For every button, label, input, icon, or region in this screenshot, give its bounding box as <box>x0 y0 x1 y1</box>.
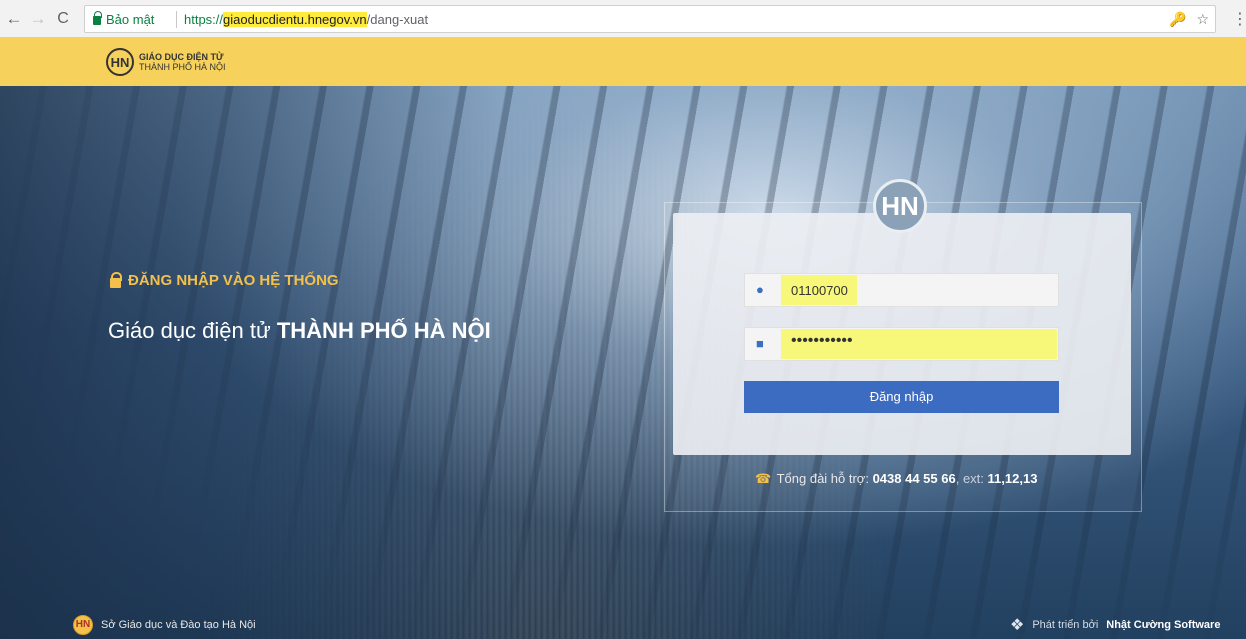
password-value: ••••••••••• <box>791 332 853 349</box>
security-indicator[interactable]: Bảo mật <box>93 11 155 27</box>
ext-value: 11,12,13 <box>987 471 1038 486</box>
url-path: /dang-xuat <box>366 12 429 27</box>
star-icon[interactable]: ☆ <box>1196 11 1209 28</box>
ext-label: , ext: <box>955 471 984 486</box>
padlock-icon <box>110 271 122 288</box>
page-title: Giáo dục điện tử THÀNH PHỐ HÀ NỘI <box>108 318 491 344</box>
developer-logo-icon: ❖ <box>1010 617 1025 634</box>
url-text[interactable]: https://giaoducdientu.hnegov.vn/dang-xua… <box>184 12 428 27</box>
support-hotline: ☎ Tổng đài hỗ trợ: 0438 44 55 66, ext: 1… <box>755 471 1037 487</box>
tagline-text: ĐĂNG NHẬP VÀO HỆ THỐNG <box>128 272 339 289</box>
menu-icon[interactable]: ⋮ <box>1232 9 1246 29</box>
developer-name: Nhật Cường Software <box>1106 619 1221 631</box>
login-emblem-icon: HN <box>873 179 927 233</box>
hotline-label: Tổng đài hỗ trợ: <box>776 471 869 486</box>
developer-prefix: Phát triển bởi <box>1032 619 1099 631</box>
phone-icon: ☎ <box>755 471 772 486</box>
site-logo[interactable]: HN GIÁO DỤC ĐIỆN TỬ THÀNH PHỐ HÀ NỘI <box>106 48 226 76</box>
url-scheme: https:// <box>184 12 224 27</box>
footer-developer[interactable]: ❖ Phát triển bởi Nhật Cường Software <box>1010 615 1220 635</box>
footer-org-name: Sở Giáo dục và Đào tạo Hà Nội <box>101 619 256 631</box>
login-button[interactable]: Đăng nhập <box>744 381 1059 413</box>
title-prefix: Giáo dục điện tử <box>108 318 271 343</box>
lock-icon <box>93 11 102 25</box>
footer-organization: HN Sở Giáo dục và Đào tạo Hà Nội <box>73 615 256 635</box>
url-host: giaoducdientu.hnegov.vn <box>223 12 367 27</box>
username-field[interactable]: ● 01100700 <box>744 273 1059 307</box>
forward-button[interactable]: → <box>28 9 48 29</box>
hero-overlay <box>0 86 500 639</box>
back-button[interactable]: ← <box>4 9 24 29</box>
lock-icon: ■ <box>756 336 764 351</box>
username-value: 01100700 <box>791 283 848 298</box>
key-icon[interactable]: 🔑 <box>1169 11 1186 28</box>
hanoi-emblem-icon: HN <box>106 48 134 76</box>
browser-toolbar: ← → C Bảo mật https://giaoducdientu.hneg… <box>0 0 1246 38</box>
logo-line-2: THÀNH PHỐ HÀ NỘI <box>139 62 226 72</box>
title-bold: THÀNH PHỐ HÀ NỘI <box>276 318 491 343</box>
site-header: HN GIÁO DỤC ĐIỆN TỬ THÀNH PHỐ HÀ NỘI <box>0 38 1246 86</box>
password-field[interactable]: ■ ••••••••••• <box>744 327 1059 361</box>
divider <box>176 11 177 28</box>
hotline-number: 0438 44 55 66 <box>872 471 956 486</box>
address-bar[interactable]: Bảo mật https://giaoducdientu.hnegov.vn/… <box>84 5 1216 33</box>
reload-button[interactable]: C <box>53 9 73 29</box>
login-tagline: ĐĂNG NHẬP VÀO HỆ THỐNG <box>110 271 339 289</box>
logo-line-1: GIÁO DỤC ĐIỆN TỬ <box>139 52 224 62</box>
hero-background: ĐĂNG NHẬP VÀO HỆ THỐNG Giáo dục điện tử … <box>0 86 1246 639</box>
user-icon: ● <box>756 282 764 297</box>
department-emblem-icon: HN <box>73 615 93 635</box>
secure-label: Bảo mật <box>106 12 155 27</box>
